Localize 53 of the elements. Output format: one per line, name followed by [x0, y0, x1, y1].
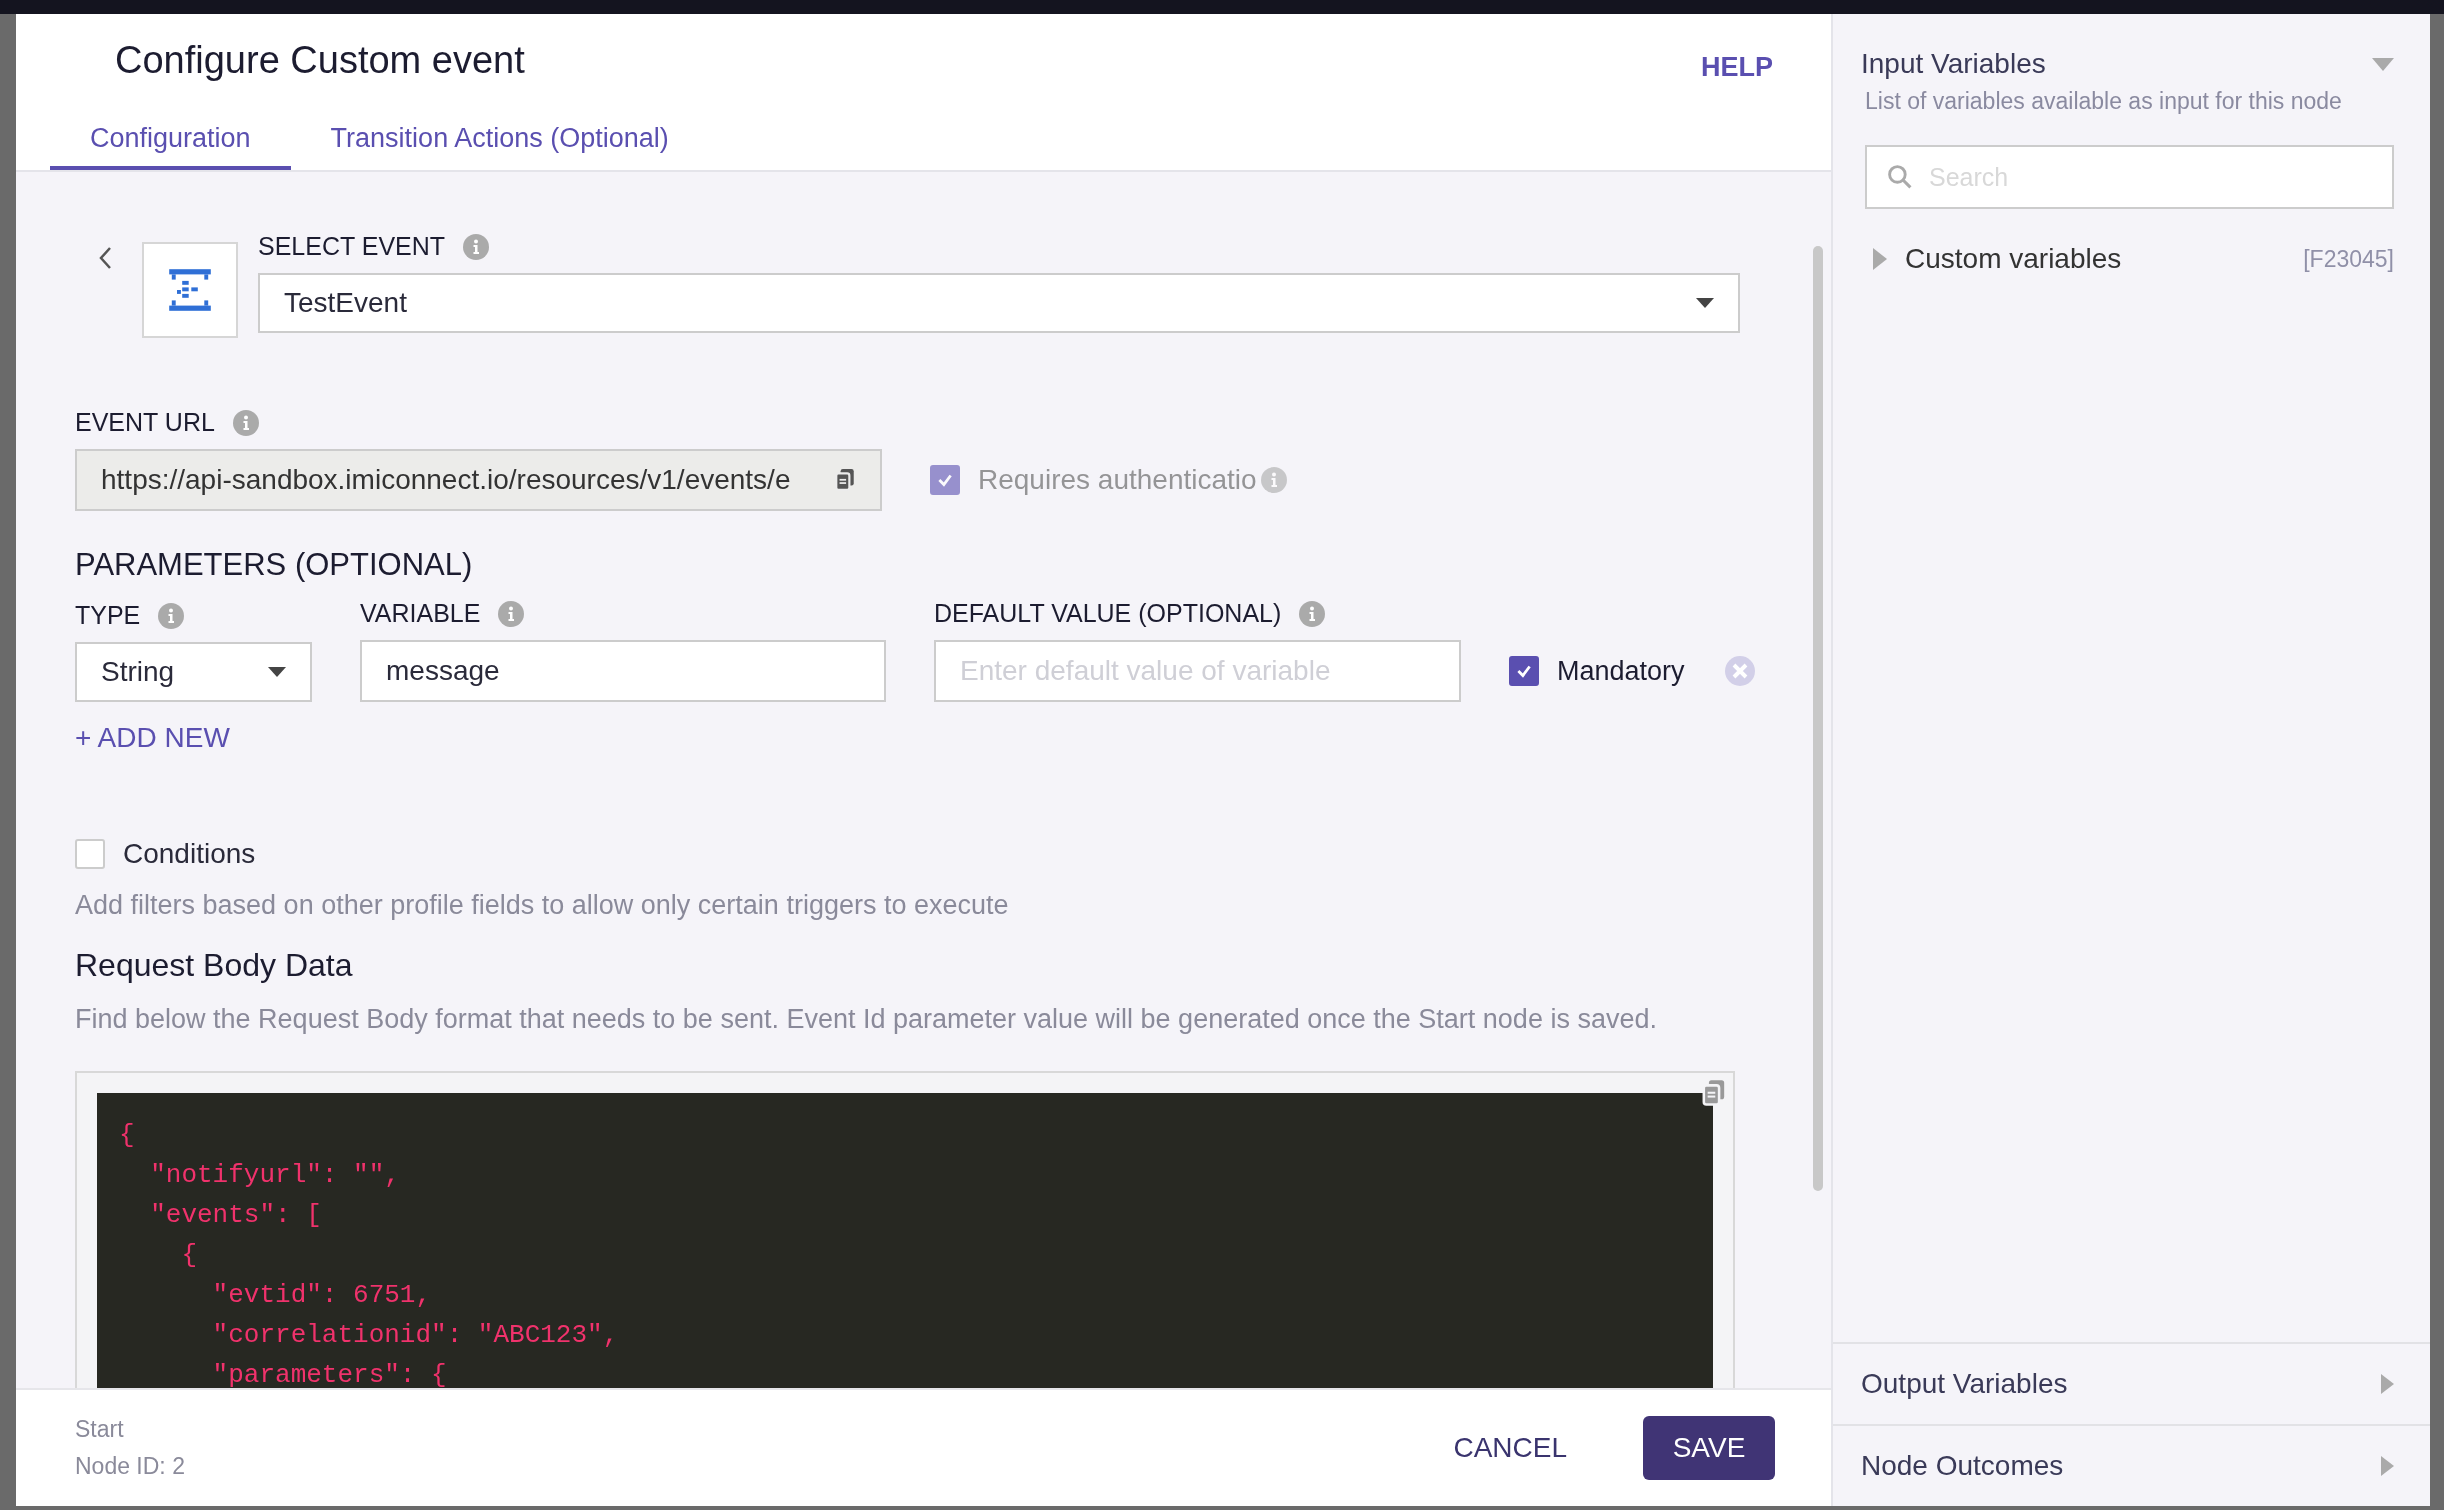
back-icon[interactable]: [98, 246, 112, 270]
section-heading: PARAMETERS (OPTIONAL): [75, 547, 474, 583]
checkbox[interactable]: [1509, 656, 1539, 686]
tab[interactable]: Transition Actions (Optional): [290, 123, 709, 170]
panel-title: Input Variables: [1861, 48, 2046, 80]
code-line: {: [119, 1119, 136, 1152]
node-id: Node ID: 2: [75, 1453, 186, 1480]
conditions-description: Add filters based on other profile fields to allow only certain triggers to execute: [75, 890, 1010, 921]
code-line: {: [180, 1239, 198, 1272]
search-icon: [1887, 164, 1913, 190]
field-label: DEFAULT VALUE (OPTIONAL): [934, 599, 1282, 628]
url-field[interactable]: https://api-sandbox.imiconnect.io/resources/v1/events/e: [75, 449, 882, 511]
event-icon: [142, 242, 238, 338]
collapse-icon[interactable]: [2372, 57, 2394, 71]
accordion-header[interactable]: Output Variables: [1833, 1342, 2430, 1424]
copy-icon[interactable]: [1701, 1079, 1727, 1107]
field-label: VARIABLE: [360, 599, 481, 628]
caret-icon: [268, 667, 286, 677]
checkbox-label: Conditions: [123, 838, 256, 870]
scrollbar[interactable]: [1813, 246, 1823, 1191]
request-body-description: Find below the Request Body format that needs to be sent. Event Id parameter value will be generated once the Start node is saved.: [75, 1004, 1658, 1035]
event-dropdown[interactable]: TestEvent: [258, 273, 1740, 333]
type-dropdown[interactable]: String: [75, 642, 312, 702]
code-line: "parameters": {: [211, 1359, 448, 1388]
panel-subtitle: List of variables available as input for this node: [1864, 88, 2343, 115]
cancel-button[interactable]: CANCEL: [1443, 1422, 1577, 1474]
remove-icon[interactable]: [1724, 656, 1755, 686]
accordion-header[interactable]: Node Outcomes: [1833, 1424, 2430, 1506]
section-heading: Request Body Data: [75, 947, 354, 984]
field-label: SELECT EVENT: [258, 232, 446, 261]
save-button[interactable]: SAVE: [1643, 1416, 1775, 1480]
code-line: "notifyurl": "",: [149, 1159, 401, 1192]
node-type: Start: [75, 1416, 125, 1443]
code-line: "correlationid": "ABC123",: [211, 1319, 620, 1352]
info-icon: [1299, 600, 1326, 627]
field-label: EVENT URL: [75, 408, 215, 437]
variable-field[interactable]: message: [360, 640, 886, 702]
dialog-title: Configure Custom event: [115, 39, 525, 82]
checkbox-label: Requires authenticatio: [978, 464, 1257, 496]
info-icon: [463, 233, 490, 260]
add-new-link[interactable]: + ADD NEW: [75, 722, 230, 754]
code-line: "evtid": 6751,: [211, 1279, 433, 1312]
info-icon: [1260, 467, 1287, 493]
info-icon: [498, 600, 525, 627]
info-icon: [232, 409, 259, 436]
help-link[interactable]: HELP: [1701, 52, 1773, 83]
caret-icon: [1696, 298, 1714, 308]
checkbox-label: Mandatory: [1557, 655, 1685, 687]
info-icon: [158, 602, 185, 629]
code-line: "events": [: [149, 1199, 323, 1232]
field-label: TYPE: [75, 601, 141, 630]
copy-icon[interactable]: [834, 468, 856, 492]
tree-item[interactable]: Custom variables [F23045]: [1861, 243, 2394, 275]
